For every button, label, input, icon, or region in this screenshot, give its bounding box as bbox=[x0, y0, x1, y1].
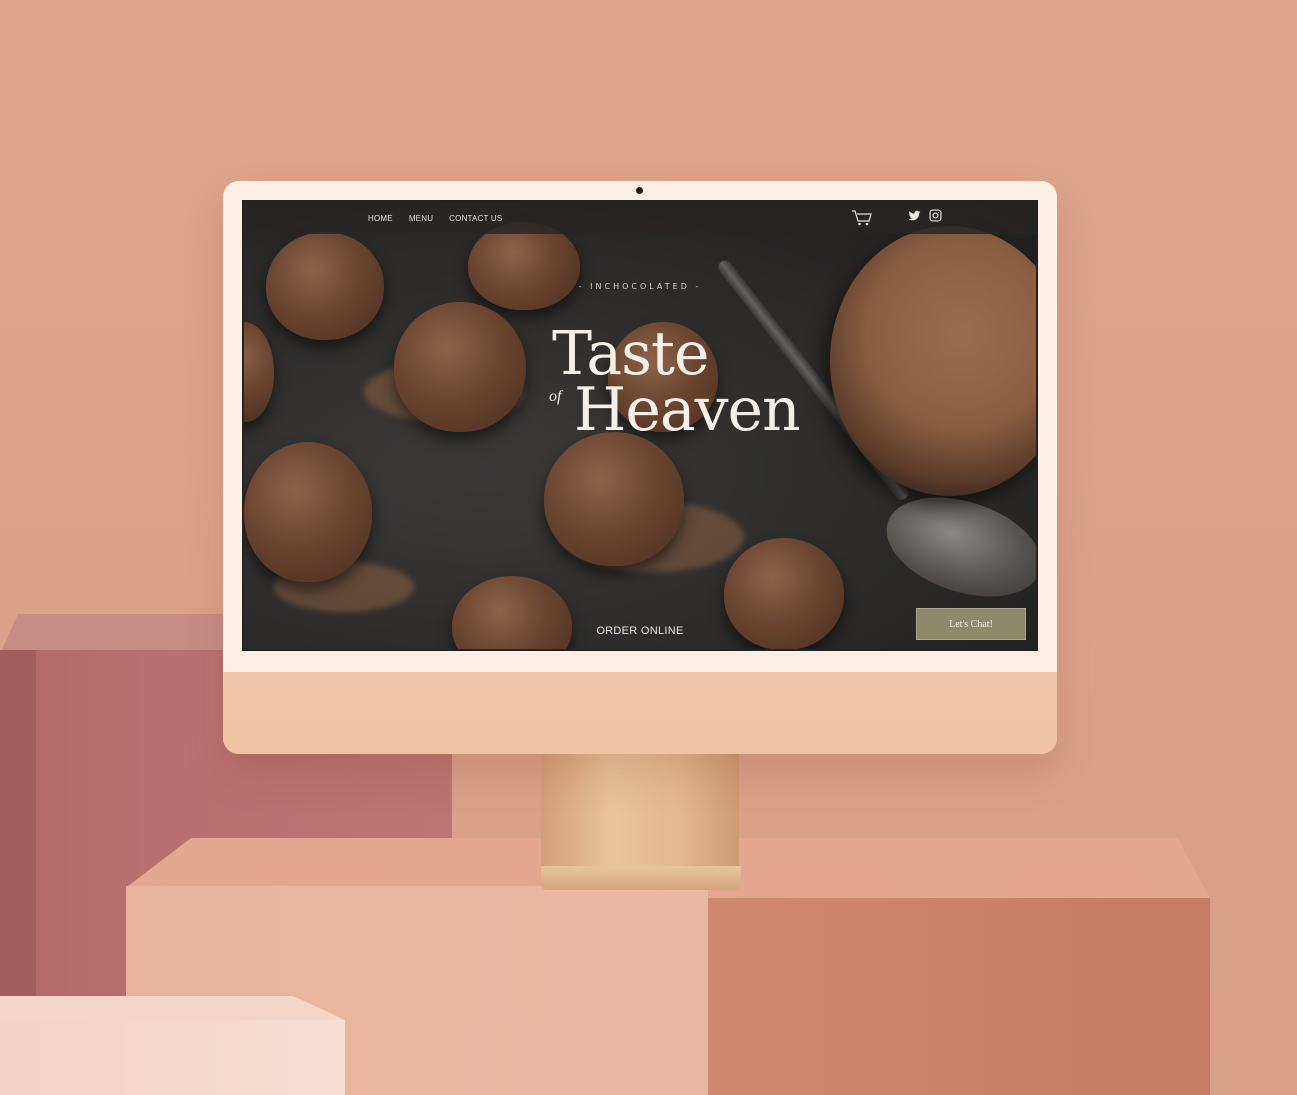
hero-title-of: of bbox=[549, 388, 562, 405]
nav-home[interactable]: HOME bbox=[368, 214, 393, 223]
mockup-scene: HOME MENU CONTACT US - INCHOCOLATED - Ta… bbox=[0, 0, 1297, 1095]
truffle-image bbox=[244, 442, 372, 582]
lets-chat-label: Let's Chat! bbox=[949, 618, 993, 630]
nav-links: HOME MENU CONTACT US bbox=[368, 214, 502, 223]
monitor-stand bbox=[541, 752, 739, 870]
nav-contact-us[interactable]: CONTACT US bbox=[449, 214, 502, 223]
lets-chat-button[interactable]: Let's Chat! bbox=[916, 608, 1026, 640]
instagram-icon[interactable] bbox=[929, 209, 942, 222]
pedestal-side bbox=[708, 898, 1210, 1095]
truffle-image bbox=[394, 302, 526, 432]
monitor-stand-foot bbox=[541, 866, 741, 890]
monitor: HOME MENU CONTACT US - INCHOCOLATED - Ta… bbox=[223, 181, 1057, 754]
nav-menu[interactable]: MENU bbox=[409, 214, 433, 223]
brand-kicker: - INCHOCOLATED - bbox=[578, 282, 702, 291]
cart-icon[interactable] bbox=[851, 209, 873, 227]
truffle-image bbox=[468, 222, 580, 310]
camera-dot bbox=[636, 187, 643, 194]
monitor-bezel: HOME MENU CONTACT US - INCHOCOLATED - Ta… bbox=[223, 181, 1057, 672]
truffle-image bbox=[544, 432, 684, 566]
website-screen: HOME MENU CONTACT US - INCHOCOLATED - Ta… bbox=[242, 200, 1038, 651]
site-navbar: HOME MENU CONTACT US bbox=[244, 202, 1036, 234]
hero-title-line2: Heaven bbox=[574, 375, 801, 445]
order-online-label[interactable]: ORDER ONLINE bbox=[596, 625, 683, 637]
monitor-chin bbox=[223, 672, 1057, 754]
twitter-icon[interactable] bbox=[908, 210, 921, 222]
small-box bbox=[0, 1020, 345, 1095]
